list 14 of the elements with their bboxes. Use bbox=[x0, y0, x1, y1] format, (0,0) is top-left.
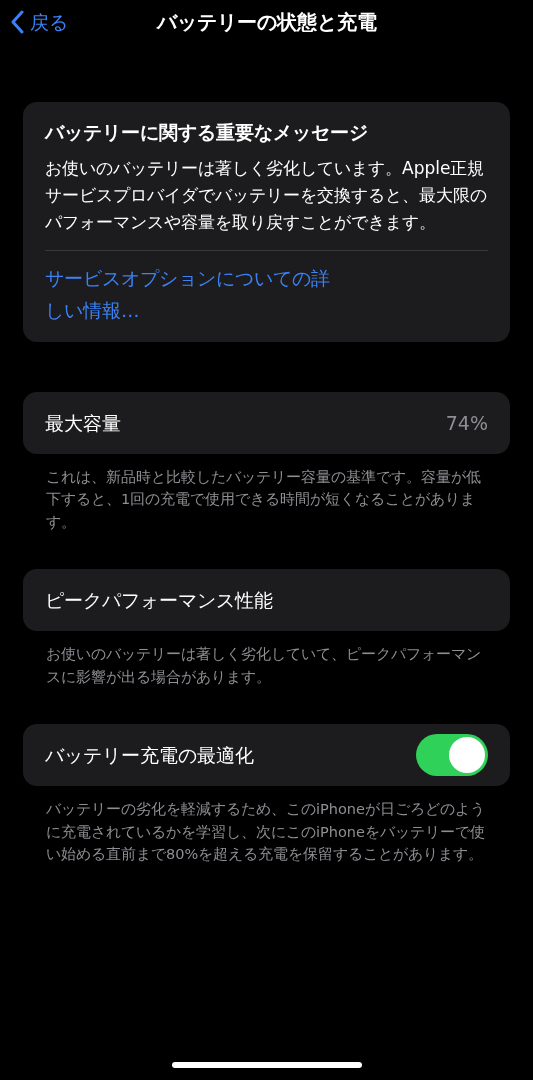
row-value: 74% bbox=[445, 410, 488, 436]
row-label: 最大容量 bbox=[45, 410, 121, 436]
back-chevron-icon bbox=[10, 10, 24, 34]
row-footnote: お使いのバッテリーは著しく劣化していて、ピークパフォーマンスに影響が出る場合があります。 bbox=[45, 645, 482, 687]
message-title: バッテリーに関する重要なメッセージ bbox=[45, 120, 369, 145]
row-footnote: これは、新品時と比較したバッテリー容量の基準です。容量が低下すると、1回の充電で使用できる時間が短くなることがあります。 bbox=[45, 467, 482, 532]
back-button[interactable]: 戻る bbox=[10, 7, 157, 37]
service-options-link[interactable]: サービスオプションについての詳しい情報… bbox=[45, 251, 345, 328]
screen-title: バッテリーの状態と充電 bbox=[156, 9, 377, 36]
row-label: バッテリー充電の最適化 bbox=[45, 742, 254, 768]
row-label: ピークパフォーマンス性能 bbox=[45, 587, 273, 613]
row-footnote: バッテリーの劣化を軽減するため、このiPhoneが日ごろどのように充電されているかを学習し、次にこのiPhoneをバッテリーで使い始める直前まで80%を超える充電を保留することがあります。 bbox=[45, 800, 486, 865]
message-body: お使いのバッテリーは著しく劣化しています。Apple正規サービスプロバイダでバッテリーを交換すると、最大限のパフォーマンスや容量を取り戻すことができます。 bbox=[45, 156, 488, 234]
toggle-switch[interactable] bbox=[416, 734, 488, 777]
